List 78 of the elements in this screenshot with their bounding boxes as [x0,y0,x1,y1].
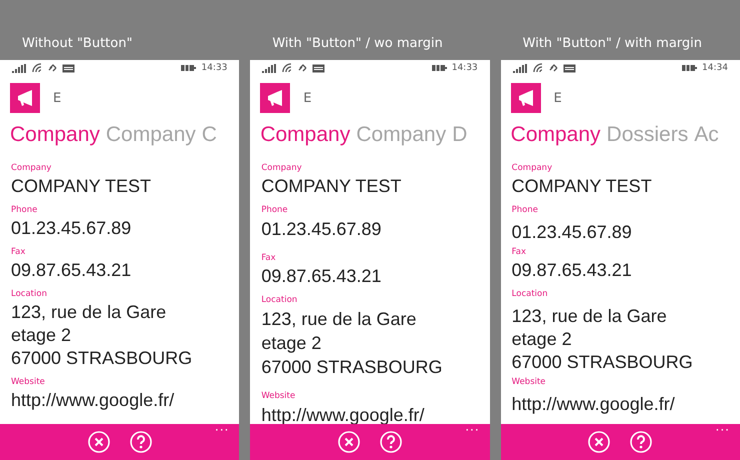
help-icon[interactable] [380,431,402,453]
wifi-icon [282,63,294,73]
field-value: http://www.google.fr/ [11,389,176,412]
field-value[interactable]: 01.23.45.67.89 [512,221,730,244]
field-label: Location [512,288,549,301]
field-label: Phone [11,204,38,217]
field-label: Company [512,162,554,175]
megaphone-icon [260,83,290,113]
field-value: 123, rue de la Gare [11,301,168,324]
field-label: Location [11,288,48,301]
field-value[interactable]: 123, rue de la Gare [261,307,480,331]
field-label: Fax [261,252,277,265]
wifi-icon [532,63,544,73]
more-button[interactable]: ··· [716,424,730,436]
battery-icon [181,64,196,72]
field-value[interactable]: 67000 STRASBOURG [512,351,730,374]
field-label: Fax [512,246,528,259]
field-value: etage 2 [11,324,72,347]
close-icon[interactable] [88,431,110,453]
field-label: Fax [11,246,26,259]
pivot-tab[interactable]: Company [260,120,350,150]
status-time: 14:33 [201,63,228,73]
field-label: Phone [512,204,539,217]
signal-icon [12,64,27,72]
field-label: Website [261,390,296,403]
pivot-tab[interactable]: Company [10,120,100,150]
field-label: Location [261,294,298,307]
pivot-tab[interactable]: D [452,120,468,150]
pivot-tab[interactable]: C [202,120,217,150]
more-button[interactable]: ··· [465,424,480,436]
field-value: 09.87.65.43.21 [512,259,633,282]
field-value[interactable]: 01.23.45.67.89 [261,217,480,241]
message-icon [562,64,576,72]
field-label: Company [261,162,303,175]
field-value: 67000 STRASBOURG [11,347,194,370]
field-value[interactable]: etage 2 [512,328,730,351]
field-label: Company [11,162,52,175]
pivot-tab[interactable]: Company [106,120,196,150]
pivot-tab[interactable]: Dossiers [606,120,688,150]
field-label: Website [512,376,547,389]
caption-text: Without "Button" [21,35,134,53]
pivot-tab[interactable]: Company [510,120,601,150]
field-value[interactable]: http://www.google.fr/ [261,403,480,427]
field-label: Phone [261,204,289,217]
field-value: COMPANY TEST [512,175,653,198]
field-value[interactable]: etage 2 [261,331,480,355]
help-icon[interactable] [130,431,152,453]
close-icon[interactable] [338,431,360,453]
field-value: 01.23.45.67.89 [11,217,132,240]
signal-icon [262,64,278,72]
help-icon[interactable] [630,431,652,453]
app-title: E [554,90,562,106]
megaphone-icon [510,83,541,113]
status-time: 14:34 [702,63,728,73]
field-value: 09.87.65.43.21 [261,265,382,288]
field-value[interactable]: 123, rue de la Gare [512,305,730,328]
field-value: 09.87.65.43.21 [11,259,132,282]
close-icon[interactable] [588,431,610,453]
app-title: E [303,90,312,106]
caption-text: With "Button" / with margin [522,35,704,53]
pivot-tab[interactable]: Company [356,120,446,150]
message-icon [312,64,326,72]
signal-icon [512,64,528,72]
message-icon [62,64,75,72]
megaphone-icon [10,83,40,113]
pivot-tab[interactable]: Ac [694,120,719,150]
field-value: COMPANY TEST [11,175,152,198]
field-label: Website [11,376,46,389]
wifi-icon [32,63,43,73]
field-value[interactable]: 67000 STRASBOURG [261,355,480,379]
battery-icon [682,64,698,72]
field-value[interactable]: http://www.google.fr/ [512,393,730,416]
battery-icon [432,64,447,72]
caption-text: With "Button" / wo margin [271,35,444,53]
status-time: 14:33 [452,63,478,73]
field-value: COMPANY TEST [261,175,402,198]
more-button[interactable]: ··· [214,424,230,436]
app-title: E [53,90,62,106]
